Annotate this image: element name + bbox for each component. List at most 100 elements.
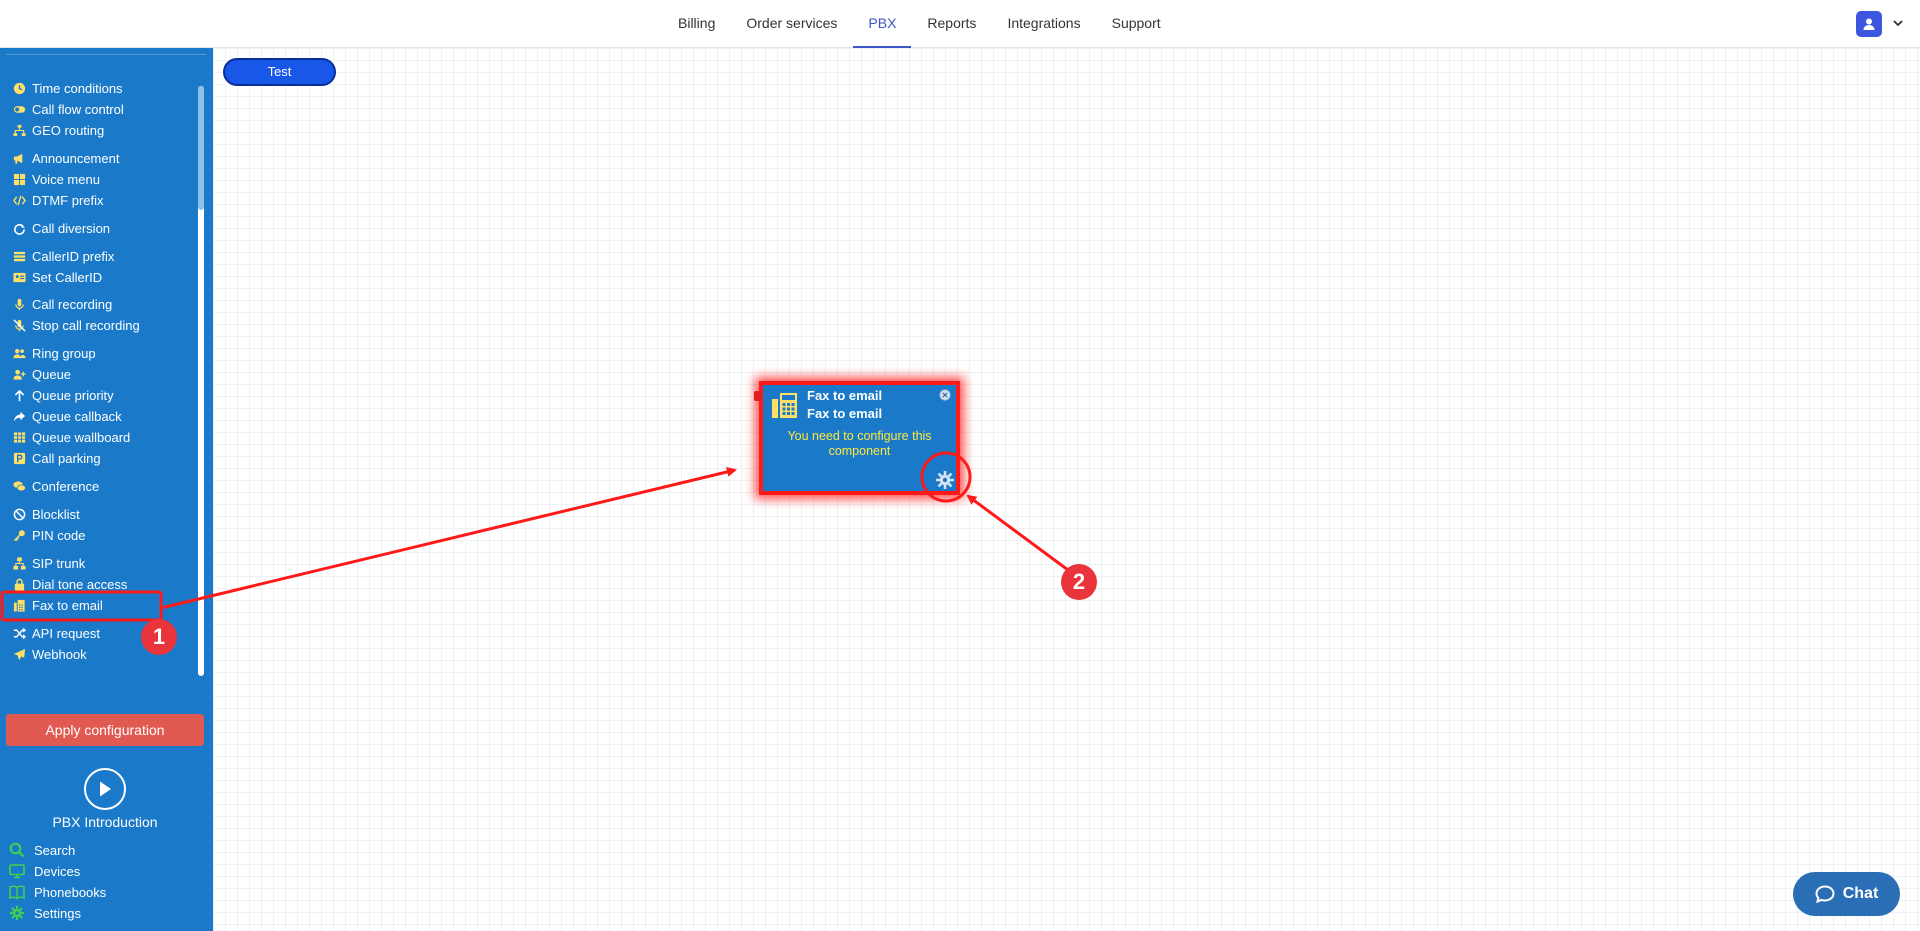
sidebar-item-call-diversion[interactable]: Call diversion [0,218,200,238]
sidebar-item-ring-group[interactable]: Ring group [0,343,200,363]
sidebar-item-label: API request [32,625,100,641]
book-icon [8,883,26,901]
tab-billing[interactable]: Billing [663,0,730,48]
key-icon [12,528,26,542]
sidebar-item-label: Call flow control [32,101,124,117]
chat-bubble-icon [1815,885,1835,903]
share-icon [12,409,26,423]
test-button[interactable]: Test [223,58,336,86]
sidebar-item-label: Voice menu [32,171,100,187]
sidebar-item-label: DTMF prefix [32,192,104,208]
sidebar-item-label: Webhook [32,646,87,662]
input-connector[interactable] [754,391,762,401]
sidebar-item-queue-wallboard[interactable]: Queue wallboard [0,427,200,447]
chevron-down-icon[interactable] [1892,18,1904,28]
sidebar-item-fax-to-email[interactable]: Fax to email [0,595,200,615]
sidebar-item-call-parking[interactable]: Call parking [0,448,200,468]
close-icon[interactable] [939,389,951,401]
pbx-introduction-label[interactable]: PBX Introduction [0,814,210,830]
step-badge-2: 2 [1061,564,1097,600]
sidebar-item-search[interactable]: Search [0,840,200,860]
gear-icon[interactable] [935,470,955,490]
search-icon [8,841,26,859]
sidebar-item-devices[interactable]: Devices [0,861,200,881]
sidebar: Time conditions Call flow control GEO ro… [0,48,213,931]
sidebar-item-settings[interactable]: Settings [0,903,200,923]
tab-pbx[interactable]: PBX [853,0,912,48]
sidebar-item-geo-routing[interactable]: GEO routing [0,120,200,140]
toggle-icon [12,102,26,116]
sidebar-item-call-flow-control[interactable]: Call flow control [0,99,200,119]
tab-integrations[interactable]: Integrations [992,0,1095,48]
sidebar-item-voice-menu[interactable]: Voice menu [0,169,200,189]
megaphone-icon [12,151,26,165]
sidebar-item-label: Queue callback [32,408,122,424]
users-icon [12,346,26,360]
id-card-icon [12,270,26,284]
redo-icon [12,221,26,235]
flow-canvas[interactable] [213,48,1920,931]
sidebar-item-label: Search [34,842,76,858]
user-avatar-button[interactable] [1856,11,1882,37]
sidebar-item-label: Queue priority [32,387,114,403]
pbx-introduction-play-button[interactable] [84,768,126,810]
sitemap-icon [12,123,26,137]
sidebar-item-stop-call-recording[interactable]: Stop call recording [0,315,200,335]
lock-icon [12,577,26,591]
sidebar-item-label: Fax to email [32,597,103,613]
configure-warning-message: You need to configure this component [787,429,932,458]
sidebar-item-label: GEO routing [32,122,105,138]
apply-configuration-button[interactable]: Apply configuration [6,714,204,746]
sidebar-item-label: Settings [34,905,81,921]
sidebar-item-call-recording[interactable]: Call recording [0,294,200,314]
sidebar-item-label: Devices [34,863,81,879]
sidebar-item-sip-trunk[interactable]: SIP trunk [0,553,200,573]
sidebar-item-dtmf-prefix[interactable]: DTMF prefix [0,190,200,210]
sidebar-item-callerid-prefix[interactable]: CallerID prefix [0,246,200,266]
sidebar-item-queue-callback[interactable]: Queue callback [0,406,200,426]
sidebar-item-label: Queue [32,366,72,382]
sidebar-item-dial-tone-access[interactable]: Dial tone access [0,574,200,594]
fax-to-email-component[interactable]: Fax to email Fax to email You need to co… [754,381,960,495]
fax-icon [772,393,797,418]
fax-icon [12,598,26,612]
sidebar-item-queue[interactable]: Queue [0,364,200,384]
tab-reports[interactable]: Reports [912,0,991,48]
sidebar-item-label: Phonebooks [34,884,107,900]
clock-icon [12,81,26,95]
sidebar-item-set-callerid[interactable]: Set CallerID [0,267,200,287]
component-subtitle: Fax to email [807,406,883,421]
gear-icon [8,904,26,922]
list-icon [12,249,26,263]
monitor-icon [8,862,26,880]
parking-icon [12,451,26,465]
tab-order-services[interactable]: Order services [731,0,852,48]
microphone-icon [12,297,26,311]
tab-support[interactable]: Support [1097,0,1176,48]
sidebar-item-label: Time conditions [32,80,123,96]
sidebar-item-label: CallerID prefix [32,248,115,264]
sidebar-item-blocklist[interactable]: Blocklist [0,504,200,524]
step-badge-1: 1 [141,619,177,655]
chat-label: Chat [1842,885,1879,902]
sidebar-item-time-conditions[interactable]: Time conditions [0,78,200,98]
top-navigation: Billing Order services PBX Reports Integ… [0,0,1920,48]
component-title: Fax to email [807,388,883,403]
play-icon [100,781,111,797]
chat-button[interactable]: Chat [1793,872,1900,916]
sidebar-item-label: Call parking [32,450,101,466]
nav-tabs: Billing Order services PBX Reports Integ… [663,0,1177,48]
paper-plane-icon [12,647,26,661]
sidebar-item-label: SIP trunk [32,555,86,571]
sidebar-item-announcement[interactable]: Announcement [0,148,200,168]
sidebar-item-pin-code[interactable]: PIN code [0,525,200,545]
code-icon [12,193,26,207]
sidebar-item-conference[interactable]: Conference [0,476,200,496]
sidebar-item-label: Stop call recording [32,317,140,333]
ban-icon [12,507,26,521]
sidebar-item-phonebooks[interactable]: Phonebooks [0,882,200,902]
network-icon [12,556,26,570]
sidebar-item-queue-priority[interactable]: Queue priority [0,385,200,405]
sidebar-scrollbar-thumb[interactable] [198,86,204,210]
sidebar-item-label: PIN code [32,527,86,543]
